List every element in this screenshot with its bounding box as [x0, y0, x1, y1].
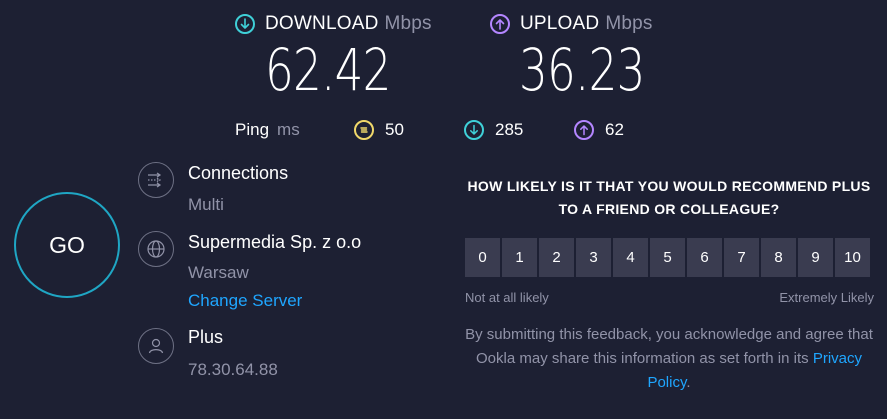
upload-value: 36.23 — [519, 36, 645, 104]
download-unit: Mbps — [384, 13, 432, 34]
provider-ip: 78.30.64.88 — [188, 360, 278, 379]
connections-icon — [138, 162, 174, 198]
change-server-link[interactable]: Change Server — [188, 291, 302, 311]
rating-button-7[interactable]: 7 — [724, 238, 759, 277]
connections-title: Connections — [188, 163, 289, 183]
server-location: Warsaw — [188, 263, 249, 282]
rating-button-6[interactable]: 6 — [687, 238, 722, 277]
provider-title: Plus — [188, 327, 224, 347]
user-icon — [138, 328, 174, 364]
feedback-disclaimer: By submitting this feedback, you acknowl… — [464, 323, 874, 395]
rating-button-1[interactable]: 1 — [502, 238, 537, 277]
upload-header: UPLOAD Mbps — [490, 13, 653, 35]
rating-button-5[interactable]: 5 — [650, 238, 685, 277]
upload-label: UPLOAD — [520, 13, 600, 34]
upload-unit: Mbps — [605, 13, 653, 34]
ping-download-value: 285 — [495, 120, 524, 139]
ping-download-icon — [464, 120, 484, 140]
rating-button-8[interactable]: 8 — [761, 238, 796, 277]
download-header: DOWNLOAD Mbps — [235, 13, 432, 35]
ping-download: 285 — [464, 120, 523, 140]
download-label: DOWNLOAD — [265, 13, 379, 34]
upload-arrow-icon — [490, 14, 510, 34]
survey-question: HOW LIKELY IS IT THAT YOU WOULD RECOMMEN… — [467, 178, 871, 217]
scale-low-label: Not at all likely — [465, 290, 549, 305]
download-value: 62.42 — [265, 36, 391, 104]
ping-unit: ms — [277, 120, 300, 139]
ping-upload: 62 — [574, 120, 624, 140]
ping-idle-icon — [354, 120, 374, 140]
rating-button-9[interactable]: 9 — [798, 238, 833, 277]
download-arrow-icon — [235, 14, 255, 34]
globe-icon — [138, 231, 174, 267]
rating-button-0[interactable]: 0 — [465, 238, 500, 277]
ping-idle-value: 50 — [385, 120, 404, 139]
ping-upload-icon — [574, 120, 594, 140]
ping-row: Ping ms — [235, 120, 300, 140]
ping-upload-value: 62 — [605, 120, 624, 139]
ping-label: Ping — [235, 120, 270, 139]
go-button[interactable]: GO — [14, 192, 120, 298]
server-title: Supermedia Sp. z o.o — [188, 232, 362, 252]
rating-button-4[interactable]: 4 — [613, 238, 648, 277]
rating-button-10[interactable]: 10 — [835, 238, 870, 277]
rating-scale: 0 1 2 3 4 5 6 7 8 9 10 — [465, 238, 870, 277]
rating-button-2[interactable]: 2 — [539, 238, 574, 277]
rating-button-3[interactable]: 3 — [576, 238, 611, 277]
ping-idle: 50 — [354, 120, 404, 140]
disclaimer-suffix: . — [686, 374, 691, 391]
disclaimer-text: By submitting this feedback, you acknowl… — [465, 326, 873, 367]
scale-high-label: Extremely Likely — [779, 290, 874, 305]
connections-value: Multi — [188, 195, 224, 214]
